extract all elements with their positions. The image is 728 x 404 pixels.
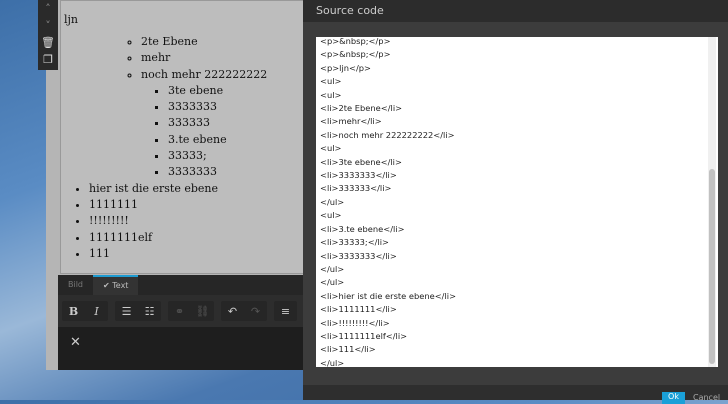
list-item: mehr (141, 50, 304, 66)
trash-icon[interactable]: 🗑 (38, 34, 58, 51)
source-code-dialog: Source code <p>&nbsp;</p> <p>&nbsp;</p> … (303, 0, 728, 404)
list-item: 2te Ebene (141, 34, 304, 50)
ordered-list-button[interactable]: ☰ (115, 305, 138, 318)
italic-button[interactable]: I (85, 305, 108, 318)
list-item: 333333 (168, 115, 304, 131)
list-item: noch mehr 222222222 (141, 67, 304, 83)
list-item: 3333333 (168, 99, 304, 115)
list-item: !!!!!!!!! (89, 213, 304, 229)
list-item: 3333333 (168, 164, 304, 180)
list-item: 3.te ebene (168, 132, 304, 148)
rich-text-content[interactable]: ljn 2te Ebene mehr noch mehr 222222222 3… (60, 0, 305, 274)
dialog-title: Source code (303, 0, 728, 22)
check-icon: ✔ (103, 281, 110, 290)
undo-button[interactable]: ↶ (221, 305, 244, 318)
list-item: hier ist die erste ebene (89, 181, 304, 197)
move-down-icon[interactable]: ˅ (38, 17, 58, 34)
close-icon[interactable]: ✕ (70, 335, 310, 350)
link-button[interactable]: ⚭ (168, 305, 191, 318)
tab-bild[interactable]: Bild (58, 275, 93, 295)
redo-button[interactable]: ↷ (244, 305, 267, 318)
editor-toolbar: Bild ✔ Text BI ☰ ☷ ⚭ ⛓ ↶ ↷ ≡ ✕ (58, 275, 310, 370)
ok-button[interactable]: Ok (662, 392, 685, 404)
scrollbar[interactable] (708, 37, 716, 367)
list-item: 111 (89, 246, 304, 262)
paragraph: ljn (64, 13, 79, 26)
tab-text[interactable]: ✔ Text (93, 275, 139, 295)
duplicate-icon[interactable]: ❐ (38, 51, 58, 68)
dialog-footer: Ok Cancel (303, 385, 728, 404)
move-up-icon[interactable]: ˄ (38, 0, 58, 17)
bold-button[interactable]: B (62, 305, 85, 318)
cancel-button[interactable]: Cancel (693, 393, 720, 402)
list-item: 1111111 (89, 197, 304, 213)
list-item: 1111111elf (89, 230, 304, 246)
source-code-text: <p>&nbsp;</p> <p>&nbsp;</p> <p>ljn</p> <… (320, 37, 457, 367)
unlink-button[interactable]: ⛓ (191, 305, 214, 318)
source-code-textarea[interactable]: <p>&nbsp;</p> <p>&nbsp;</p> <p>ljn</p> <… (316, 37, 718, 367)
list-item: 3te ebene (168, 83, 304, 99)
list-item: 33333; (168, 148, 304, 164)
block-tools: ˄ ˅ 🗑 ❐ (38, 0, 58, 70)
scrollbar-thumb[interactable] (709, 169, 715, 364)
bullet-list-button[interactable]: ☷ (138, 305, 161, 318)
align-left-button[interactable]: ≡ (274, 305, 297, 318)
